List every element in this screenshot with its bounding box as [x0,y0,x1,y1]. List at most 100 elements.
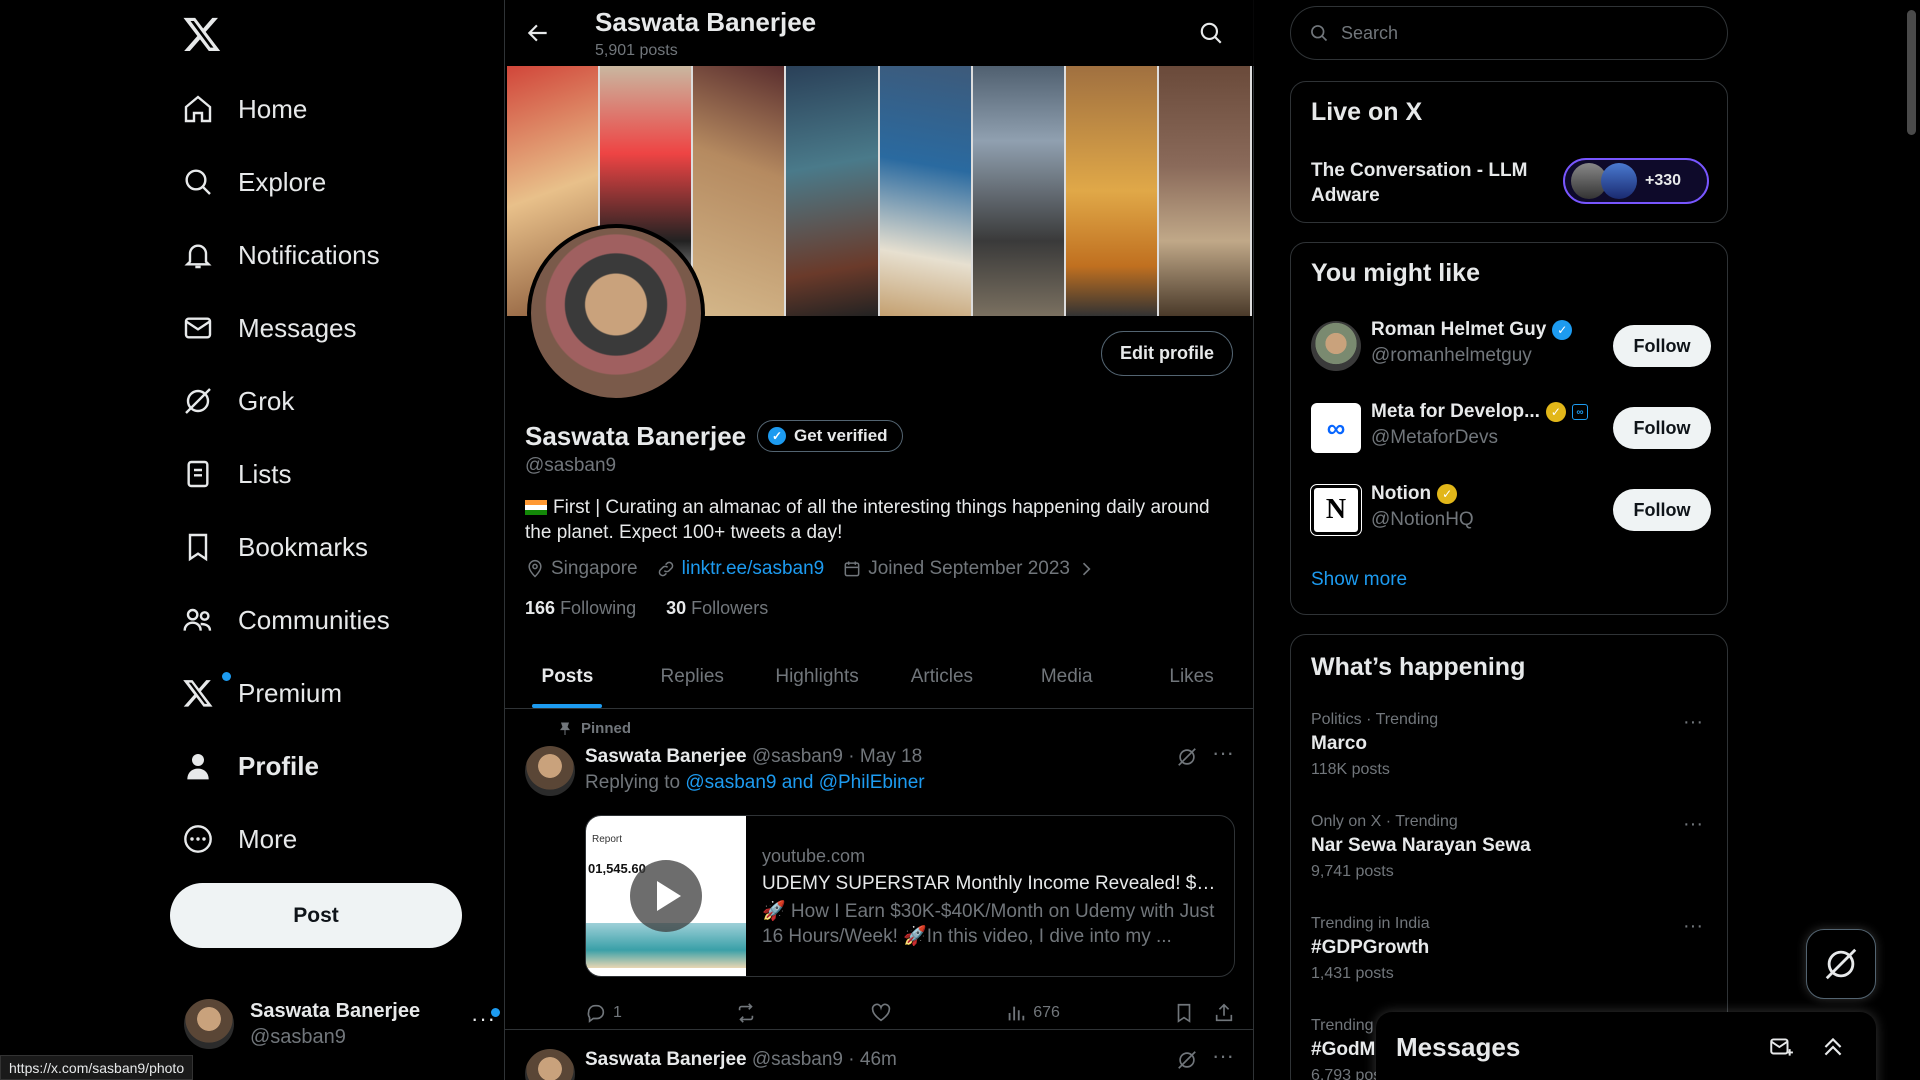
grok-icon[interactable] [1176,746,1198,768]
profile-header-bar: Saswata Banerjee 5,901 posts [505,0,1254,66]
nav-profile[interactable]: Profile [182,737,319,795]
pinned-tweet[interactable]: Pinned Saswata Banerjee @sasban9 · May 1… [505,710,1254,1030]
account-switcher[interactable]: Saswata Banerjee @sasban9 ··· [184,996,500,1052]
nav-label: Profile [238,750,319,781]
tab-highlights[interactable]: Highlights [755,645,880,708]
trend-topic: Marco [1311,733,1367,754]
tab-posts[interactable]: Posts [505,645,630,708]
reply-button[interactable]: 1 [585,1002,622,1024]
live-space-title[interactable]: The Conversation - LLM Adware [1311,158,1531,208]
joined-date[interactable]: Joined September 2023 [842,558,1096,580]
bell-icon [184,244,212,269]
more-dots-icon[interactable]: ··· [1683,915,1703,938]
post-button[interactable]: Post [170,883,462,948]
messages-drawer[interactable]: Messages [1376,1012,1876,1080]
nav-communities[interactable]: Communities [182,591,390,649]
follow-button[interactable]: Follow [1613,489,1711,531]
new-message-icon[interactable] [1768,1034,1794,1060]
tweet-author-name[interactable]: Saswata Banerjee [585,1049,747,1070]
suggested-user[interactable]: N Notion ✓ @NotionHQ Follow [1310,483,1711,539]
calendar-icon [844,561,860,577]
follow-button[interactable]: Follow [1613,325,1711,367]
profile-column: Saswata Banerjee 5,901 posts Edit profil… [504,0,1254,1080]
avatar [1601,163,1637,199]
trend-item[interactable]: Politics · Trending Marco 118K posts ··· [1311,711,1711,779]
search-input[interactable] [1341,22,1701,44]
like-button[interactable] [870,1002,892,1024]
edit-profile-button[interactable]: Edit profile [1101,331,1233,376]
location-pin-icon [528,559,542,578]
nav-explore[interactable]: Explore [182,153,326,211]
more-dots-icon[interactable]: ··· [1212,740,1234,766]
trend-item[interactable]: Only on X · Trending Nar Sewa Narayan Se… [1311,813,1711,881]
search-icon[interactable] [1198,20,1224,46]
more-dots-icon[interactable]: ··· [1683,711,1703,734]
repost-button[interactable] [735,1002,757,1024]
suggested-user[interactable]: ∞ Meta for Develop... ✓ ∞ @MetaforDevs Fol… [1311,401,1711,457]
user-handle: @NotionHQ [1371,509,1474,530]
nav-notifications[interactable]: Notifications [182,226,380,284]
notification-dot [491,1008,500,1017]
replying-to-users[interactable]: @sasban9 and @PhilEbiner [685,772,924,793]
nav-messages[interactable]: Messages [182,299,357,357]
profile-handle: @sasban9 [525,455,617,476]
back-arrow-icon[interactable] [525,20,551,46]
nav-premium[interactable]: Premium [182,664,342,722]
tweet[interactable]: Saswata Banerjee @sasban9 · 46m ··· [505,1031,1254,1080]
search-box[interactable] [1290,6,1728,60]
share-group [1173,1002,1235,1024]
tweet-meta: @sasban9 · 46m [751,1049,897,1070]
trend-topic: #GDPGrowth [1311,937,1430,958]
tweet-author-name[interactable]: Saswata Banerjee [585,746,747,767]
verified-badge-icon: ✓ [1552,320,1573,340]
suggested-user[interactable]: Roman Helmet Guy ✓ @romanhelmetguy Follow [1311,319,1711,375]
nav-more[interactable]: More [182,810,297,868]
live-on-x-panel: Live on X The Conversation - LLM Adware … [1290,81,1728,223]
show-more-link[interactable]: Show more [1311,569,1407,591]
verified-badge-icon: ✓ [768,427,786,445]
more-dots-icon[interactable]: ··· [1683,813,1703,836]
profile-meta: Singapore linktr.ee/sasban9 Joined Septe… [525,558,1096,580]
x-logo-icon[interactable] [182,14,222,54]
nav-bookmarks[interactable]: Bookmarks [182,518,368,576]
get-verified-button[interactable]: ✓ Get verified [757,420,903,452]
more-dots-icon[interactable]: ··· [1212,1043,1234,1069]
grok-icon[interactable] [1176,1049,1198,1071]
x-logo-icon [183,680,213,707]
more-circle-icon [184,825,212,853]
followers-link[interactable]: 30 Followers [666,598,768,618]
profile-avatar[interactable] [527,224,705,402]
follow-button[interactable]: Follow [1613,407,1711,449]
grok-floating-button[interactable] [1806,929,1876,999]
nav-grok[interactable]: Grok [182,372,294,430]
views-button[interactable]: 676 [1005,1002,1060,1024]
tab-likes[interactable]: Likes [1129,645,1254,708]
following-link[interactable]: 166 Following [525,598,636,618]
location: Singapore [525,558,638,580]
nav-label: Notifications [238,239,380,270]
user-name: Roman Helmet Guy [1371,319,1547,340]
link-card[interactable]: Report 01,545.60 youtube.com UDEMY SUPER… [585,815,1235,977]
nav-home[interactable]: Home [182,80,307,138]
website-link[interactable]: linktr.ee/sasban9 [682,558,825,580]
scrollbar[interactable] [1903,0,1920,1080]
play-icon[interactable] [630,860,702,932]
avatar[interactable] [525,1049,575,1080]
tab-articles[interactable]: Articles [879,645,1004,708]
trend-context: Only on X · Trending [1311,813,1458,830]
trend-item[interactable]: Trending in India #GDPGrowth 1,431 posts… [1311,915,1711,983]
banner-photo [1065,66,1159,316]
tab-replies[interactable]: Replies [630,645,755,708]
chevron-double-up-icon[interactable] [1820,1034,1846,1060]
bookmark-icon[interactable] [1173,1002,1195,1024]
avatar[interactable] [525,746,575,796]
home-icon [184,95,212,123]
verified-gold-badge-icon: ✓ [1437,484,1458,504]
nav-lists[interactable]: Lists [182,445,291,503]
share-icon[interactable] [1213,1002,1235,1024]
tab-media[interactable]: Media [1004,645,1129,708]
tweet-header: Saswata Banerjee @sasban9 · May 18 [585,746,922,768]
scrollbar-thumb[interactable] [1907,10,1916,135]
live-listeners-pill[interactable]: +330 [1563,158,1709,204]
banner-photo [972,66,1066,316]
